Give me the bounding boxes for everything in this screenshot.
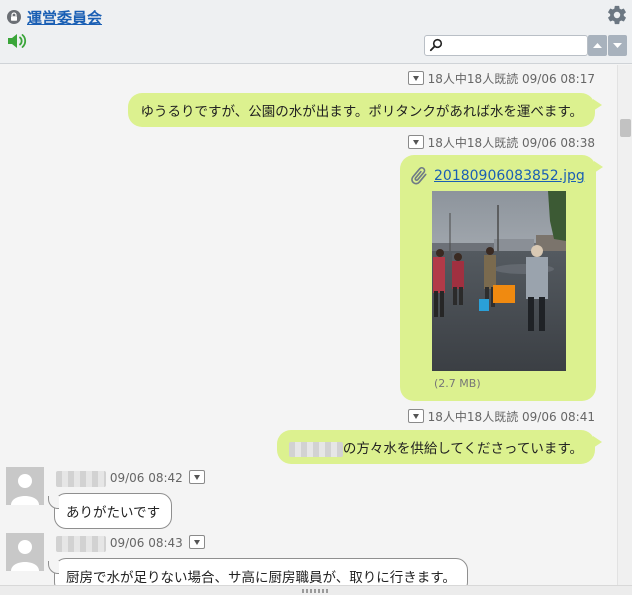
attachment-photo[interactable] — [432, 191, 566, 371]
room-title-link[interactable]: 運営委員会 — [27, 7, 102, 28]
message-meta: 09/06 08:43 — [56, 535, 209, 552]
message-time: 09/06 08:43 — [109, 536, 183, 550]
speaker-icon[interactable] — [6, 32, 28, 50]
message-text: ゆうるりですが、公園の水が出ます。ポリタンクがあれば水を運べます。 — [140, 104, 583, 120]
attachment-file-link[interactable]: 20180906083852.jpg — [434, 168, 585, 184]
user-silhouette-icon — [11, 474, 39, 505]
redacted-sender-name — [56, 470, 106, 487]
message-menu-dropdown[interactable] — [407, 71, 424, 85]
avatar[interactable] — [6, 467, 44, 505]
message-menu-dropdown[interactable] — [188, 470, 205, 484]
message-menu-dropdown[interactable] — [188, 535, 205, 549]
redacted-name — [288, 441, 343, 457]
message-menu-dropdown[interactable] — [407, 409, 424, 423]
paperclip-icon — [411, 166, 427, 185]
message-menu-dropdown[interactable] — [407, 135, 424, 149]
message-time: 09/06 08:42 — [109, 471, 183, 485]
message-list[interactable]: 18人中18人既読 09/06 08:17 ゆうるりですが、公園の水が出ます。ポ… — [0, 65, 617, 585]
triangle-down-icon — [613, 43, 622, 48]
read-status-time: 18人中18人既読 09/06 08:41 — [427, 410, 595, 424]
message-meta: 09/06 08:42 — [56, 470, 209, 487]
attachment-file-size: (2.7 MB) — [434, 377, 481, 390]
read-status-time: 18人中18人既読 09/06 08:17 — [427, 72, 595, 86]
outgoing-message-bubble: ゆうるりですが、公園の水が出ます。ポリタンクがあれば水を運べます。 — [128, 93, 602, 127]
gear-icon[interactable] — [606, 4, 628, 26]
incoming-message-bubble: ありがたいです — [47, 493, 173, 529]
search-prev-button[interactable] — [588, 35, 607, 56]
search-next-button[interactable] — [608, 35, 627, 56]
message-meta: 18人中18人既読 09/06 08:41 — [407, 408, 595, 425]
user-silhouette-icon — [11, 540, 39, 571]
vertical-scrollbar[interactable] — [617, 65, 632, 585]
incoming-message-bubble: 厨房で水が足りない場合、サ高に厨房職員が、取りに行きます。 — [48, 558, 468, 585]
lock-icon — [7, 10, 21, 24]
search-icon — [429, 38, 443, 52]
message-meta: 18人中18人既読 09/06 08:17 — [407, 70, 595, 87]
message-text: ありがたいです — [66, 505, 161, 521]
chat-header: 運営委員会 — [0, 0, 632, 64]
read-status-time: 18人中18人既読 09/06 08:38 — [427, 136, 595, 150]
message-text: の方々水を供給してくださっています。 — [342, 441, 583, 457]
avatar[interactable] — [6, 533, 44, 571]
attachment-message-bubble: 20180906083852.jpg (2.7 MB) — [400, 155, 603, 401]
triangle-up-icon — [593, 43, 602, 48]
message-meta: 18人中18人既読 09/06 08:38 — [407, 134, 595, 151]
scrollbar-thumb[interactable] — [620, 119, 631, 137]
search-input[interactable] — [447, 37, 585, 54]
outgoing-message-bubble: の方々水を供給してくださっています。 — [276, 430, 603, 464]
message-text: 厨房で水が足りない場合、サ高に厨房職員が、取りに行きます。 — [66, 570, 456, 585]
search-box — [424, 35, 588, 56]
resize-handle[interactable] — [0, 585, 632, 595]
grip-icon[interactable] — [302, 589, 330, 593]
redacted-sender-name — [56, 535, 106, 552]
